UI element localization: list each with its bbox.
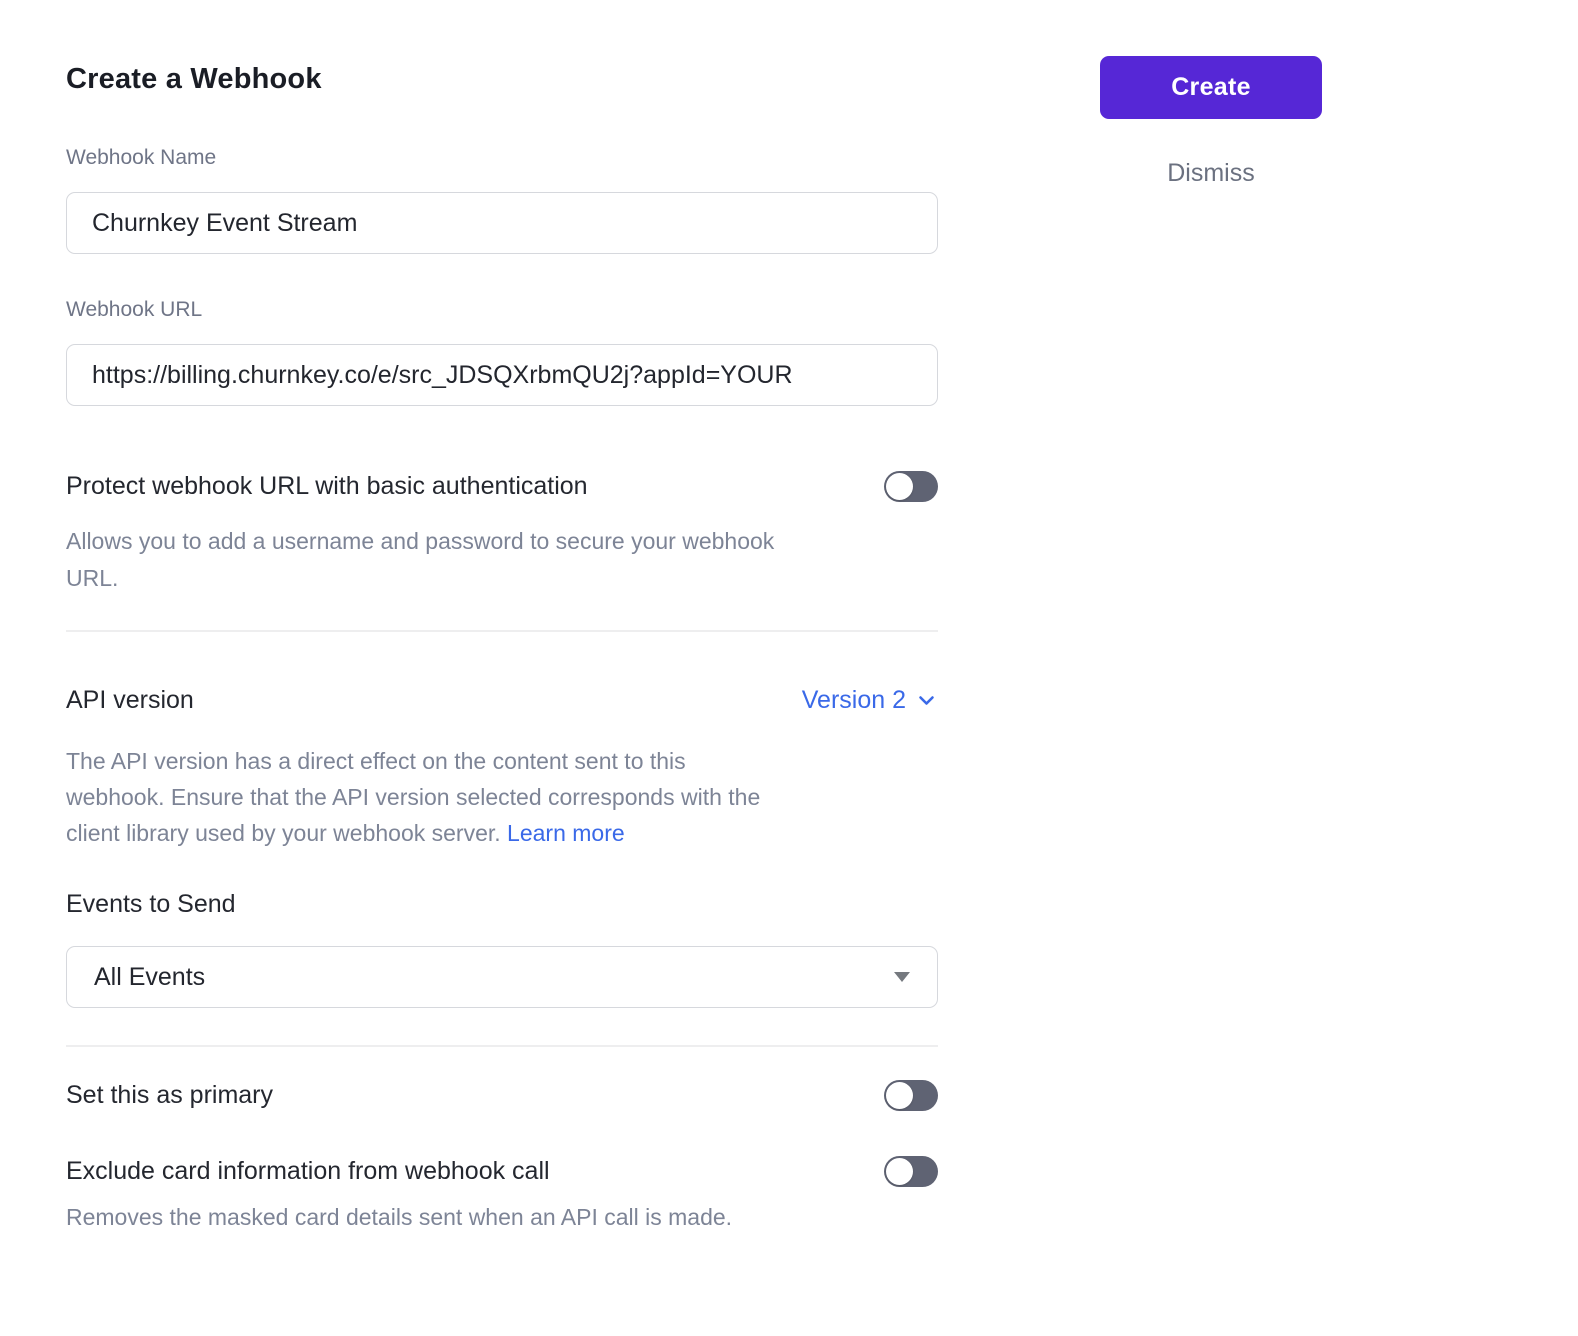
chevron-down-icon — [915, 689, 938, 712]
learn-more-link[interactable]: Learn more — [507, 820, 625, 846]
create-button[interactable]: Create — [1100, 56, 1322, 119]
api-version-selected: Version 2 — [802, 686, 906, 715]
exclude-card-label: Exclude card information from webhook ca… — [66, 1155, 550, 1187]
webhook-form: Create a Webhook Webhook Name Webhook UR… — [66, 0, 938, 1236]
primary-row: Set this as primary — [66, 1079, 938, 1111]
basic-auth-description: Allows you to add a username and passwor… — [66, 523, 796, 597]
toggle-knob — [886, 473, 913, 500]
primary-toggle[interactable] — [884, 1080, 938, 1111]
api-version-row: API version Version 2 — [66, 685, 938, 715]
events-to-send-label: Events to Send — [66, 889, 938, 919]
basic-auth-label: Protect webhook URL with basic authentic… — [66, 470, 588, 502]
exclude-card-row: Exclude card information from webhook ca… — [66, 1155, 938, 1187]
page-title: Create a Webhook — [66, 62, 938, 96]
primary-label: Set this as primary — [66, 1079, 273, 1111]
divider — [66, 630, 938, 632]
webhook-url-input[interactable] — [66, 344, 938, 406]
toggle-knob — [886, 1082, 913, 1109]
events-selected-value: All Events — [94, 963, 205, 992]
dismiss-button[interactable]: Dismiss — [1100, 159, 1322, 188]
action-panel: Create Dismiss — [1100, 56, 1322, 188]
exclude-card-description: Removes the masked card details sent whe… — [66, 1199, 796, 1236]
api-version-description: The API version has a direct effect on t… — [66, 743, 776, 851]
api-version-description-text: The API version has a direct effect on t… — [66, 748, 760, 846]
divider — [66, 1045, 938, 1047]
caret-down-icon — [894, 972, 910, 982]
events-to-send-select[interactable]: All Events — [66, 946, 938, 1008]
webhook-name-label: Webhook Name — [66, 146, 938, 169]
webhook-name-input[interactable] — [66, 192, 938, 254]
webhook-url-label: Webhook URL — [66, 298, 938, 321]
basic-auth-row: Protect webhook URL with basic authentic… — [66, 470, 938, 502]
basic-auth-toggle[interactable] — [884, 471, 938, 502]
toggle-knob — [886, 1158, 913, 1185]
exclude-card-toggle[interactable] — [884, 1156, 938, 1187]
api-version-label: API version — [66, 685, 194, 715]
api-version-dropdown[interactable]: Version 2 — [802, 686, 938, 715]
